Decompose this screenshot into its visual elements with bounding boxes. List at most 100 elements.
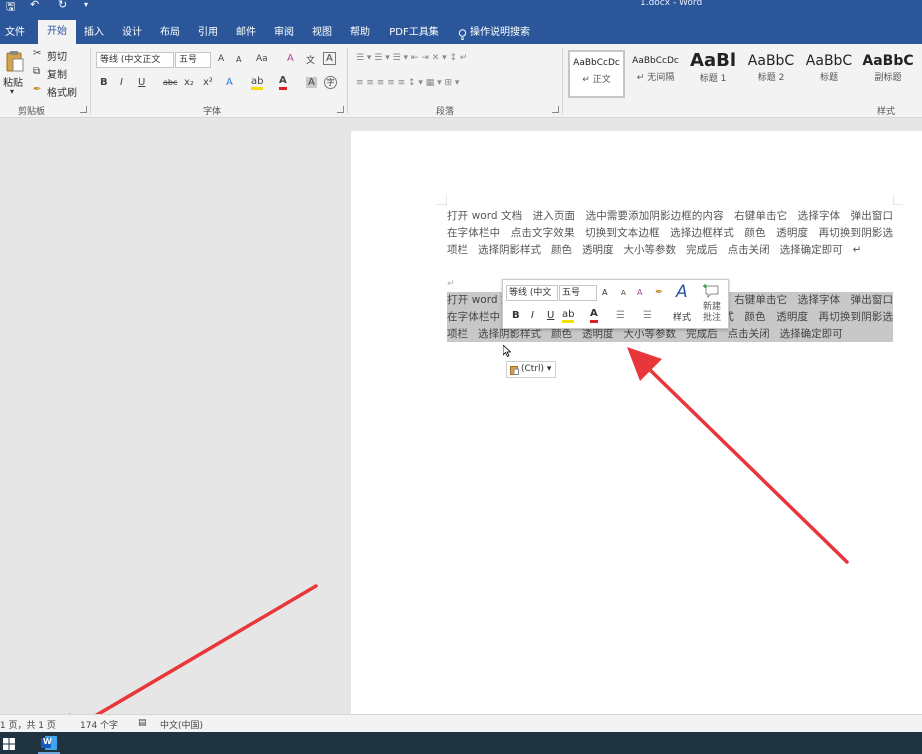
mini-clear-format-icon[interactable]: A [637,288,642,297]
mini-font-color-icon[interactable]: A [590,308,598,323]
font-launcher-icon[interactable] [337,106,344,113]
phonetic-guide-icon[interactable]: 文 [306,53,315,66]
style-name: 标题 1 [699,74,727,84]
word-taskbar-button[interactable]: W [38,734,60,754]
paragraph-launcher-icon[interactable] [552,106,559,113]
tab-layout[interactable]: 布局 [156,22,184,44]
cut-button[interactable]: 剪切 [47,48,67,63]
status-bar: 第 1 页，共 1 页 174 个字 ▤ 中文(中国) [0,714,922,732]
mini-numbering-icon[interactable]: ☰ [643,310,652,321]
windows-start-icon[interactable] [3,738,15,750]
mini-italic-button[interactable]: I [531,310,534,321]
cut-icon[interactable]: ✂ [33,48,41,59]
paragraph-row2-icons[interactable]: ≡ ≡ ≡ ≡ ≡ ↕ ▾ ▦ ▾ ⊞ ▾ [356,78,459,88]
mini-bold-button[interactable]: B [512,310,520,321]
mini-styles-icon[interactable]: A [676,282,688,302]
style-heading-1[interactable]: AaBl 标题 1 [686,50,740,98]
font-color-icon[interactable]: A [279,75,287,90]
tab-help[interactable]: 帮助 [346,22,374,44]
styles-group-label: 样式 [877,107,896,117]
mouse-cursor-icon [503,345,511,357]
tab-pdf-tools[interactable]: PDF工具集 [384,22,444,44]
tell-me-search[interactable]: 操作说明搜索 [470,22,550,44]
tab-review[interactable]: 审阅 [270,22,298,44]
language-indicator[interactable]: 中文(中国) [160,718,203,731]
style-heading-2[interactable]: AaBbC 标题 2 [743,50,799,98]
mini-font-name-combobox[interactable]: 等线 (中文 [506,285,558,301]
mini-highlight-icon[interactable]: ab [562,309,575,323]
paste-options-button[interactable]: (Ctrl) ▾ [506,361,556,378]
mini-bullets-icon[interactable]: ☰ [616,310,625,321]
paste-options-label: (Ctrl) ▾ [521,364,552,374]
paragraph-row1-icons[interactable]: ☰ ▾ ☰ ▾ ☰ ▾ ⇤ ⇥ ✕ ▾ ↕ ↵ [356,53,467,63]
tab-home[interactable]: 开始 [38,20,76,44]
italic-button[interactable]: I [120,77,123,88]
grow-font-icon[interactable]: A [218,54,224,64]
word-count[interactable]: 174 个字 [80,718,118,731]
copy-icon[interactable]: ⧉ [33,66,40,77]
change-case-icon[interactable]: Aa [256,54,268,64]
tab-mailings[interactable]: 邮件 [232,22,260,44]
clear-formatting-icon[interactable]: A [287,53,294,64]
copy-button[interactable]: 复制 [47,66,67,81]
mini-shrink-font-icon[interactable]: A [621,289,626,297]
mini-styles-label[interactable]: 样式 [673,310,691,323]
font-name-combobox[interactable]: 等线 (中文正文 [96,52,174,68]
page-count[interactable]: 第 1 页，共 1 页 [0,718,56,731]
shrink-font-icon[interactable]: A [236,55,241,64]
group-divider [90,48,91,114]
style-title[interactable]: AaBbC 标题 [801,50,857,98]
lightbulb-icon [458,29,467,40]
taskbar: W [0,732,922,754]
style-no-spacing[interactable]: AaBbCcDc ↵ 无间隔 [627,50,684,98]
style-preview: AaBbC [747,53,795,69]
highlight-color-icon[interactable]: ab [251,76,264,90]
tab-file[interactable]: 文件 [0,22,30,44]
bold-button[interactable]: B [100,77,108,88]
format-painter-button[interactable]: 格式刷 [47,84,77,99]
subscript-button[interactable]: x₂ [184,77,194,88]
new-comment-button[interactable]: 新建 批注 [703,302,721,324]
paste-dropdown-icon[interactable]: ▾ [10,87,14,96]
enclose-characters-icon[interactable]: 字 [324,76,337,89]
undo-icon[interactable]: ↶ [30,0,39,11]
group-divider [347,48,348,114]
tab-insert[interactable]: 插入 [80,22,108,44]
underline-button[interactable]: U [138,77,145,88]
customize-quick-access-icon[interactable]: ▾ [84,0,88,9]
mini-underline-button[interactable]: U [547,310,554,321]
mini-font-size-combobox[interactable]: 五号 [559,285,597,301]
document-area: 打开 word 文档 进入页面 选中需要添加阴影边框的内容 右键单击它 选择字体… [0,118,922,714]
style-normal[interactable]: AaBbCcDc ↵ 正文 [568,50,625,98]
font-size-combobox[interactable]: 五号 [175,52,211,68]
title-bar: 🖫 ↶ ↻ ▾ 1.docx - Word [0,0,922,13]
character-shading-icon[interactable]: A [306,77,317,88]
tab-design[interactable]: 设计 [118,22,146,44]
document-paragraph[interactable]: 打开 word 文档 进入页面 选中需要添加阴影边框的内容 右键单击它 选择字体… [447,208,893,258]
mini-format-painter-icon[interactable]: ✒ [655,287,663,298]
redo-icon[interactable]: ↻ [58,0,67,11]
format-painter-icon[interactable]: ✒ [33,84,41,95]
superscript-button[interactable]: x² [203,77,213,88]
clipboard-group-label: 剪贴板 [18,107,46,117]
tab-view[interactable]: 视图 [308,22,336,44]
text-effects-icon[interactable]: A [226,77,233,88]
style-subtitle[interactable]: AaBbC 副标题 [859,50,917,98]
ribbon-home: 粘贴 ▾ ✂ 剪切 ⧉ 复制 ✒ 格式刷 剪贴板 等线 (中文正文 五号 A A… [0,44,922,118]
proofing-icon[interactable]: ▤ [138,718,147,728]
paste-icon[interactable] [6,50,24,72]
style-name: ↵ 正文 [582,75,611,85]
style-preview: AaBbCcDc [632,56,679,66]
character-border-icon[interactable]: A [323,52,336,65]
document-page[interactable]: 打开 word 文档 进入页面 选中需要添加阴影边框的内容 右键单击它 选择字体… [351,131,922,714]
style-name: 副标题 [874,73,902,83]
strikethrough-button[interactable]: abc [163,78,177,87]
tab-references[interactable]: 引用 [194,22,222,44]
ribbon-tab-bar: 文件 开始 插入 设计 布局 引用 邮件 审阅 视图 帮助 PDF工具集 操作说… [0,12,922,44]
style-preview: AaBbC [862,53,914,69]
mini-grow-font-icon[interactable]: A [602,288,607,297]
clipboard-icon [510,366,519,375]
style-name: 标题 2 [757,73,785,83]
new-comment-icon[interactable] [703,283,721,299]
clipboard-launcher-icon[interactable] [80,106,87,113]
